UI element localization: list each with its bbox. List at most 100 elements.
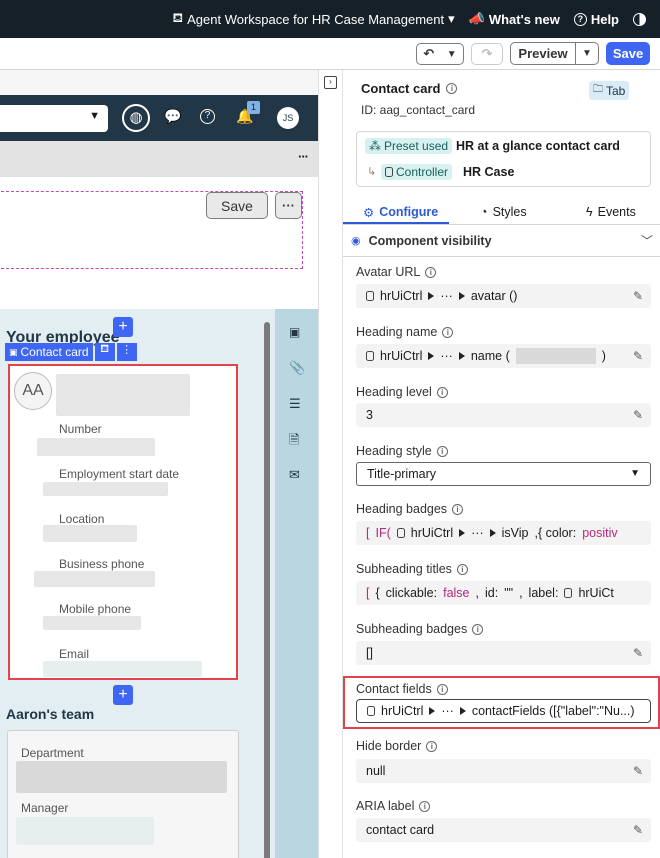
- field-value-redacted: [34, 571, 155, 587]
- preview-label: Preview: [518, 46, 568, 61]
- prop-heading-style-select[interactable]: Title-primary ▼: [356, 462, 651, 486]
- help-link[interactable]: ? Help: [573, 12, 619, 27]
- list-icon[interactable]: ☰: [289, 396, 301, 412]
- card-toolbar-label[interactable]: ▣ Contact card: [5, 343, 93, 361]
- visibility-section-header[interactable]: ◉ Component visibility ﹀: [343, 225, 660, 257]
- redo-button[interactable]: ↷: [471, 43, 503, 65]
- contact-card[interactable]: AA Number Employment start date Location…: [8, 364, 238, 680]
- prop-subheading-badges-field[interactable]: [] ✎: [356, 641, 651, 665]
- builder-toolbar: ↶ ▼ ↷ Preview ▼ Save: [0, 38, 660, 70]
- prop-label-avatar-url: Avatar URL i: [356, 265, 437, 279]
- edit-pen-icon[interactable]: ✎: [633, 823, 643, 837]
- panel-collapse-strip: ›: [318, 70, 342, 858]
- info-icon[interactable]: i: [472, 623, 484, 635]
- top-bar: ⛾ Agent Workspace for HR Case Management…: [0, 0, 660, 38]
- workspace-tree-icon: ⛾: [172, 10, 184, 25]
- database-icon: [396, 528, 405, 538]
- prop-hide-border-field[interactable]: null ✎: [356, 759, 651, 783]
- bracket-text: [: [366, 586, 370, 600]
- add-component-button[interactable]: +: [113, 317, 133, 337]
- team-field-value-redacted: [16, 817, 154, 845]
- info-icon[interactable]: i: [436, 445, 448, 457]
- edit-pen-icon[interactable]: ✎: [633, 349, 643, 363]
- info-icon[interactable]: i: [436, 386, 448, 398]
- ctrl-text: hrUiCtrl: [380, 349, 423, 363]
- contact-card-icon[interactable]: ▣: [289, 325, 300, 339]
- form-more-button[interactable]: ···: [275, 192, 302, 219]
- collapse-panel-icon[interactable]: ›: [324, 76, 337, 89]
- add-component-button[interactable]: +: [113, 685, 133, 705]
- avatar[interactable]: JS: [277, 107, 299, 129]
- prop-heading-name-field[interactable]: hrUiCtrl ··· name () ✎: [356, 344, 651, 368]
- team-field-label-department: Department: [21, 746, 84, 760]
- chat-icon[interactable]: 💬: [164, 108, 181, 125]
- prop-value-text: contact card: [366, 823, 435, 837]
- form-save-button[interactable]: Save: [206, 192, 268, 219]
- tab-events[interactable]: ϟ Events: [586, 200, 636, 224]
- tab-styles-label: Styles: [492, 205, 527, 219]
- info-icon[interactable]: i: [452, 503, 464, 515]
- card-avatar: AA: [14, 372, 52, 410]
- database-icon: [366, 351, 374, 361]
- card-tree-button[interactable]: ⛾: [94, 343, 115, 361]
- edit-pen-icon[interactable]: ✎: [633, 289, 643, 303]
- tab-styles[interactable]: ◔ Styles: [480, 200, 527, 224]
- chevron-down-icon: ▼: [89, 110, 100, 122]
- card-more-button[interactable]: ⋮: [116, 343, 137, 361]
- edit-pen-icon[interactable]: ✎: [633, 408, 643, 422]
- help-icon[interactable]: ?: [200, 109, 215, 124]
- search-input[interactable]: ▼: [0, 105, 108, 132]
- info-icon[interactable]: i: [446, 83, 458, 94]
- preview-menu-button[interactable]: ▼: [575, 42, 599, 65]
- tab-configure[interactable]: ⚙ Configure: [363, 200, 438, 224]
- false-value: false: [443, 586, 470, 600]
- info-icon[interactable]: i: [426, 740, 438, 752]
- prop-value-text: null: [366, 764, 386, 778]
- notification-badge: 1: [247, 101, 260, 114]
- chevron-down-icon: ▼: [446, 48, 457, 60]
- field-label-email: Email: [59, 647, 90, 661]
- more-button[interactable]: ···: [298, 149, 309, 164]
- prop-label-subheading-badges: Subheading badges i: [356, 622, 484, 636]
- controller-chip-text: Controller: [396, 165, 449, 179]
- prop-subheading-titles-field[interactable]: [{clickable: false, id: "", label: hrUiCt: [356, 581, 651, 605]
- prop-value-text: Title-primary: [367, 467, 436, 481]
- prop-label-text: Heading badges: [356, 502, 448, 516]
- database-icon: [564, 588, 573, 598]
- prop-value-text: name (: [470, 349, 510, 363]
- chevron-right-icon: [459, 529, 466, 537]
- workspace-selector[interactable]: ⛾ Agent Workspace for HR Case Management…: [172, 10, 454, 28]
- undo-button[interactable]: ↶ ▼: [416, 43, 464, 65]
- edit-pen-icon[interactable]: ✎: [633, 646, 643, 660]
- prop-avatar-url-field[interactable]: hrUiCtrl ··· avatar () ✎: [356, 284, 651, 308]
- info-icon[interactable]: i: [436, 683, 448, 695]
- gear-icon: ⚙: [363, 205, 375, 220]
- scrollbar-thumb[interactable]: [264, 322, 270, 858]
- whats-new-link[interactable]: 📣 What's new: [469, 11, 560, 27]
- preview-button[interactable]: Preview: [510, 42, 576, 65]
- field-value-redacted: [43, 525, 137, 542]
- tab-badge-text: Tab: [606, 83, 626, 98]
- mail-icon[interactable]: ✉: [289, 467, 300, 483]
- theme-toggle[interactable]: [633, 12, 646, 26]
- undo-icon: ↶: [423, 46, 435, 61]
- prop-heading-badges-field[interactable]: [IF(hrUiCtrl ··· isVip ,{ color: positiv: [356, 521, 651, 545]
- prop-contact-fields-field[interactable]: hrUiCtrl ··· contactFields ([{"label":"Nu.…: [356, 699, 651, 723]
- field-label-business-phone: Business phone: [59, 557, 145, 571]
- panel-tabs: ⚙ Configure ◔ Styles ϟ Events: [343, 200, 660, 225]
- field-value-redacted: [43, 616, 141, 630]
- prop-heading-level-field[interactable]: 3 ✎: [356, 403, 651, 427]
- globe-icon[interactable]: ◍: [122, 104, 150, 132]
- info-icon[interactable]: i: [442, 326, 454, 338]
- attachment-icon[interactable]: 📎: [289, 360, 305, 376]
- edit-pen-icon[interactable]: ✎: [633, 764, 643, 778]
- clickable-key: clickable:: [385, 586, 438, 600]
- id-key: id:: [484, 586, 499, 600]
- info-icon[interactable]: i: [419, 800, 431, 812]
- info-icon[interactable]: i: [456, 563, 468, 575]
- save-button[interactable]: Save: [606, 42, 650, 65]
- prop-aria-label-field[interactable]: contact card ✎: [356, 818, 651, 842]
- team-field-value-redacted: [16, 761, 227, 793]
- info-icon[interactable]: i: [425, 266, 437, 278]
- document-icon[interactable]: 🗎: [289, 431, 299, 453]
